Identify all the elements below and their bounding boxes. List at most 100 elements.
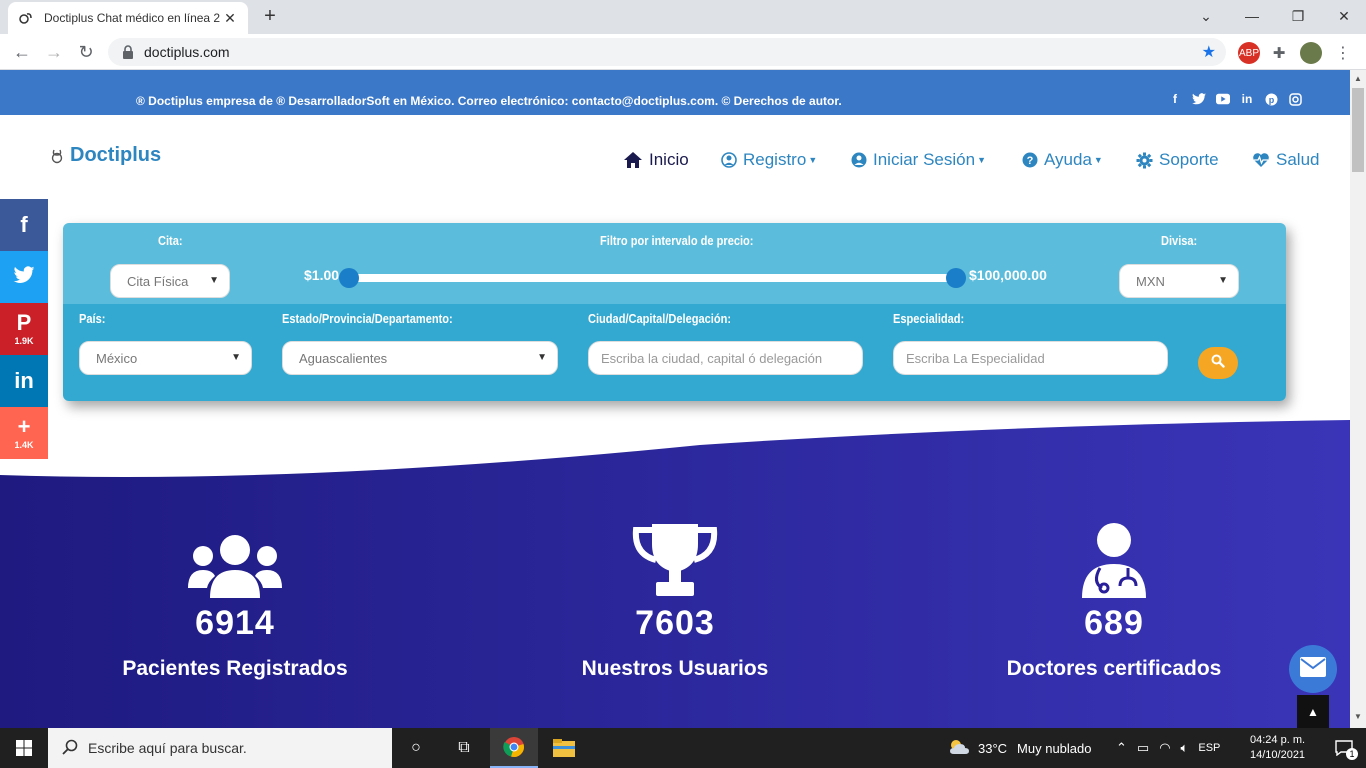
- estado-select[interactable]: Aguascalientes ▼: [282, 341, 558, 375]
- pais-select[interactable]: México ▼: [79, 341, 252, 375]
- taskbar-search-box[interactable]: Escribe aquí para buscar.: [48, 728, 392, 768]
- share-twitter-button[interactable]: [0, 251, 48, 303]
- svg-text:?: ?: [1027, 155, 1034, 167]
- stat-pacientes: 6914 Pacientes Registrados: [85, 520, 385, 681]
- twitter-icon[interactable]: [1192, 92, 1206, 106]
- price-range-track[interactable]: [339, 268, 966, 288]
- nav-registro[interactable]: Registro ▼: [721, 150, 817, 170]
- pais-label: País:: [79, 311, 106, 326]
- chevron-down-icon: ▼: [1218, 275, 1228, 286]
- users-icon: [85, 520, 385, 598]
- nav-soporte[interactable]: Soporte: [1136, 150, 1219, 170]
- price-min-label: $1.00: [304, 267, 340, 283]
- bookmark-star-icon[interactable]: ★: [1202, 42, 1216, 62]
- extension-abp-icon[interactable]: ABP: [1238, 42, 1260, 64]
- especialidad-input[interactable]: Escriba La Especialidad: [893, 341, 1168, 375]
- chevron-down-icon: ▼: [231, 352, 241, 363]
- scroll-up-arrow-icon[interactable]: ▲: [1354, 74, 1362, 83]
- user-circle-icon: [851, 152, 867, 168]
- pinterest-share-count: 1.9K: [14, 336, 34, 346]
- youtube-icon[interactable]: [1216, 92, 1230, 106]
- user-circle-icon: [721, 152, 737, 168]
- close-tab-icon[interactable]: ✕: [222, 10, 238, 27]
- cita-select[interactable]: Cita Física ▼: [110, 264, 230, 298]
- nav-salud[interactable]: Salud: [1252, 150, 1319, 170]
- nav-iniciar-sesion[interactable]: Iniciar Sesión ▼: [851, 150, 986, 170]
- notification-badge: 1: [1346, 748, 1358, 760]
- divisa-select[interactable]: MXN ▼: [1119, 264, 1239, 298]
- minimize-icon[interactable]: —: [1236, 4, 1268, 28]
- contact-mail-button[interactable]: [1289, 645, 1337, 693]
- linkedin-icon[interactable]: in: [1240, 92, 1254, 106]
- linkedin-icon: in: [14, 368, 34, 393]
- nav-salud-label: Salud: [1276, 150, 1320, 169]
- chevron-up-icon: ▲: [1307, 704, 1319, 719]
- nav-inicio[interactable]: Inicio: [623, 150, 689, 170]
- cita-select-value: Cita Física: [127, 273, 189, 289]
- stat-doctores: 689 Doctores certificados: [964, 520, 1264, 681]
- file-explorer-icon[interactable]: [540, 728, 588, 768]
- language-indicator[interactable]: ESP: [1198, 742, 1220, 754]
- extensions-puzzle-icon[interactable]: ✚: [1268, 42, 1290, 64]
- caret-down-icon: ▼: [808, 155, 818, 165]
- price-min-handle[interactable]: [339, 268, 359, 288]
- tab-title: Doctiplus Chat médico en línea 2: [44, 11, 220, 25]
- close-window-icon[interactable]: ✕: [1328, 4, 1360, 28]
- chrome-taskbar-icon[interactable]: [490, 728, 538, 768]
- doctiplus-favicon-icon: [18, 10, 34, 26]
- scrollbar-thumb[interactable]: [1352, 88, 1364, 172]
- estado-select-value: Aguascalientes: [299, 350, 388, 366]
- usuarios-count: 7603: [635, 604, 715, 642]
- price-max-handle[interactable]: [946, 268, 966, 288]
- nav-ayuda[interactable]: ? Ayuda ▼: [1022, 150, 1103, 170]
- volume-icon[interactable]: 🔈︎: [1181, 740, 1189, 756]
- battery-icon[interactable]: ▭: [1137, 740, 1149, 756]
- nav-registro-label: Registro: [743, 150, 807, 169]
- site-logo[interactable]: Doctiplus: [50, 144, 161, 167]
- ciudad-input[interactable]: Escriba la ciudad, capital ó delegación: [588, 341, 863, 375]
- windows-start-icon[interactable]: [0, 728, 48, 768]
- share-pinterest-button[interactable]: P 1.9K: [0, 303, 48, 355]
- back-icon[interactable]: ←: [10, 40, 34, 64]
- browser-tab[interactable]: Doctiplus Chat médico en línea 2 ✕: [8, 2, 248, 34]
- wifi-icon[interactable]: ◠: [1159, 740, 1170, 756]
- task-view-icon[interactable]: ⧉: [440, 728, 488, 768]
- cortana-icon[interactable]: ○: [392, 728, 440, 768]
- facebook-icon[interactable]: f: [1168, 92, 1182, 106]
- profile-avatar[interactable]: [1300, 42, 1322, 64]
- web-page: ® Doctiplus empresa de ® DesarrolladorSo…: [0, 70, 1350, 728]
- search-button[interactable]: [1198, 347, 1238, 379]
- pinterest-icon[interactable]: p: [1264, 92, 1278, 106]
- search-icon: [62, 739, 78, 758]
- address-bar[interactable]: doctiplus.com ★: [108, 38, 1226, 66]
- gear-icon: [1136, 152, 1153, 169]
- ciudad-label: Ciudad/Capital/Delegación:: [588, 311, 732, 326]
- forward-icon[interactable]: →: [42, 40, 66, 64]
- weather-desc: Muy nublado: [1017, 740, 1092, 756]
- chevron-down-icon: ▼: [537, 352, 547, 363]
- taskbar-clock[interactable]: 04:24 p. m. 14/10/2021: [1250, 728, 1305, 768]
- restore-icon[interactable]: ❐: [1282, 4, 1314, 28]
- share-linkedin-button[interactable]: in: [0, 355, 48, 407]
- share-facebook-button[interactable]: f: [0, 199, 48, 251]
- nav-iniciar-sesion-label: Iniciar Sesión: [873, 150, 976, 169]
- reload-icon[interactable]: ↻: [74, 40, 98, 64]
- pacientes-label: Pacientes Registrados: [122, 657, 348, 680]
- clock-time: 04:24 p. m.: [1250, 734, 1306, 746]
- usuarios-label: Nuestros Usuarios: [581, 657, 769, 680]
- question-circle-icon: ?: [1022, 152, 1038, 168]
- stat-usuarios: 7603 Nuestros Usuarios: [525, 520, 825, 681]
- page-scrollbar[interactable]: ▲ ▼: [1350, 70, 1366, 728]
- estado-label: Estado/Provincia/Departamento:: [282, 311, 453, 326]
- notification-center-icon[interactable]: 1: [1322, 728, 1366, 768]
- top-info-strip: ® Doctiplus empresa de ® DesarrolladorSo…: [0, 70, 1350, 115]
- copyright-text: ® Doctiplus empresa de ® DesarrolladorSo…: [136, 94, 842, 108]
- scroll-down-arrow-icon[interactable]: ▼: [1354, 712, 1362, 721]
- new-tab-button[interactable]: +: [258, 6, 282, 28]
- scroll-to-top-button[interactable]: ▲: [1297, 695, 1329, 728]
- browser-menu-icon[interactable]: ⋮: [1332, 42, 1354, 64]
- tab-search-icon[interactable]: ⌄: [1190, 4, 1222, 28]
- instagram-icon[interactable]: [1288, 92, 1302, 106]
- weather-widget[interactable]: 33°C Muy nublado: [948, 728, 1092, 768]
- chevron-up-icon[interactable]: ⌃: [1116, 740, 1127, 756]
